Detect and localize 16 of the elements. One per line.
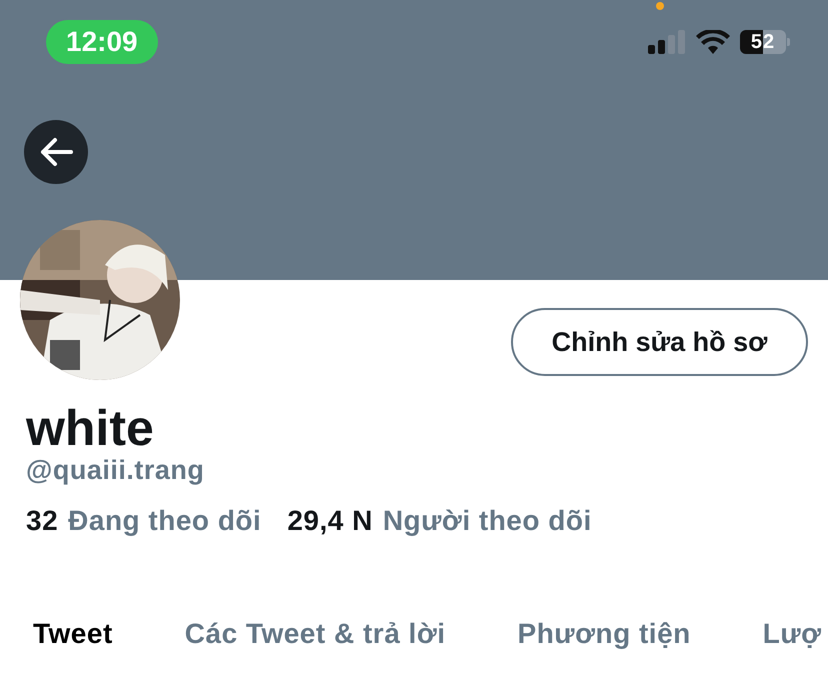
stat-count: 29,4 N — [287, 504, 373, 538]
clock-time: 12:09 — [46, 20, 158, 64]
stat-link[interactable]: Đang theo dõi — [68, 504, 262, 538]
back-arrow-icon — [39, 137, 73, 167]
display-name: white — [26, 404, 155, 452]
username: @quaiii.trang — [26, 454, 206, 486]
profile-tab[interactable]: Phương tiện — [518, 618, 691, 650]
privacy-dot-icon — [656, 2, 664, 10]
edit-profile-button[interactable]: Chỉnh sửa hồ sơ — [511, 308, 808, 376]
signal-icon — [648, 30, 686, 54]
stat-count: 32 — [26, 504, 58, 538]
profile-tab[interactable]: Các Tweet & trả lời — [184, 618, 446, 650]
stat-link[interactable]: Người theo dõi — [382, 504, 592, 538]
wifi-icon — [696, 30, 730, 54]
profile-tab[interactable]: Tweet — [33, 618, 113, 650]
profile-tab[interactable]: Lượ — [762, 618, 822, 650]
